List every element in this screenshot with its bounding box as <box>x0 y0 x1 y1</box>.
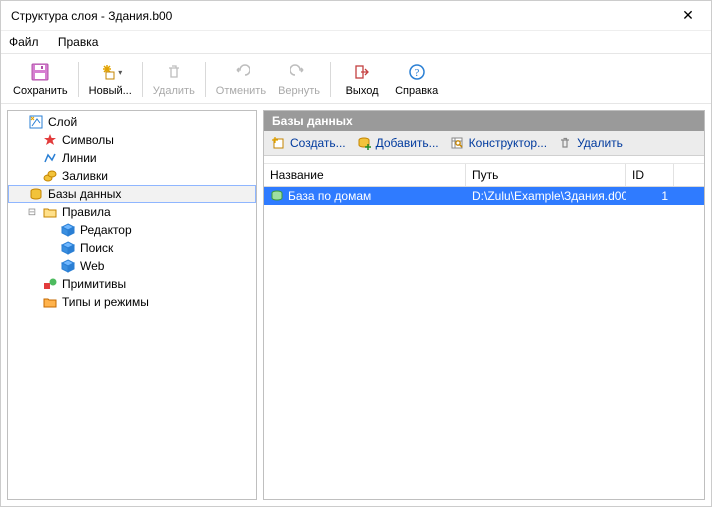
tree-item-primitives[interactable]: Примитивы <box>8 275 256 293</box>
collapse-icon[interactable]: ⊟ <box>26 207 38 218</box>
save-label: Сохранить <box>13 85 68 97</box>
tree-label: Правила <box>62 205 111 219</box>
tree-label: Линии <box>62 151 97 165</box>
redo-button[interactable]: Вернуть <box>272 60 326 99</box>
layer-tree: Слой Символы Линии З <box>8 111 256 313</box>
add-label: Добавить... <box>376 136 439 150</box>
tree-root-layer[interactable]: Слой <box>8 113 256 131</box>
create-button[interactable]: Создать... <box>270 135 346 151</box>
table-body: База по домам D:\Zulu\Example\Здания.d00… <box>264 187 704 205</box>
chevron-down-icon: ▾ <box>118 68 122 77</box>
titlebar: Структура слоя - Здания.b00 ✕ <box>1 1 711 31</box>
col-path[interactable]: Путь <box>466 164 626 186</box>
tree-item-lines[interactable]: Линии <box>8 149 256 167</box>
cell-name: База по домам <box>288 189 371 203</box>
new-icon <box>98 62 116 82</box>
trash-icon <box>165 62 183 82</box>
tree-label: Типы и режимы <box>62 295 149 309</box>
undo-label: Отменить <box>216 85 266 97</box>
cube-icon <box>60 258 76 274</box>
add-icon <box>356 135 372 151</box>
tree-item-databases[interactable]: Базы данных <box>8 185 256 203</box>
help-icon: ? <box>408 62 426 82</box>
layer-icon <box>28 114 44 130</box>
new-button[interactable]: ▾ Новый... <box>83 60 138 99</box>
panel-toolbar: Создать... Добавить... Конструктор... Уд… <box>264 131 704 156</box>
primitives-icon <box>42 276 58 292</box>
cube-icon <box>60 222 76 238</box>
tree-item-editor[interactable]: Редактор <box>8 221 256 239</box>
undo-icon <box>232 62 250 82</box>
tree-item-types[interactable]: Типы и режимы <box>8 293 256 311</box>
col-name[interactable]: Название <box>264 164 466 186</box>
tree-item-symbols[interactable]: Символы <box>8 131 256 149</box>
help-label: Справка <box>395 85 438 97</box>
tree-item-web[interactable]: Web <box>8 257 256 275</box>
exit-icon <box>353 62 371 82</box>
close-button[interactable]: ✕ <box>667 2 709 30</box>
new-label: Новый... <box>89 85 132 97</box>
save-button[interactable]: Сохранить <box>7 60 74 99</box>
window-title: Структура слоя - Здания.b00 <box>11 9 667 23</box>
constructor-label: Конструктор... <box>469 136 547 150</box>
folder-icon <box>42 204 58 220</box>
undo-button[interactable]: Отменить <box>210 60 272 99</box>
close-icon: ✕ <box>682 7 694 24</box>
folder-icon <box>42 294 58 310</box>
constructor-icon <box>449 135 465 151</box>
databases-table: Название Путь ID База по домам D:\Zulu\E… <box>264 162 704 205</box>
add-button[interactable]: Добавить... <box>356 135 439 151</box>
col-id[interactable]: ID <box>626 164 674 186</box>
tree-label: Слой <box>48 115 77 129</box>
svg-text:?: ? <box>414 67 419 79</box>
toolbar-separator <box>78 62 79 97</box>
tree-label: Редактор <box>80 223 132 237</box>
delete-label: Удалить <box>153 85 195 97</box>
tree-label: Символы <box>62 133 114 147</box>
tree-label: Web <box>80 259 104 273</box>
panel-delete-label: Удалить <box>577 136 623 150</box>
help-button[interactable]: ? Справка <box>389 60 444 99</box>
tree-item-rules[interactable]: ⊟ Правила <box>8 203 256 221</box>
delete-button[interactable]: Удалить <box>147 60 201 99</box>
menu-edit[interactable]: Правка <box>58 35 99 49</box>
db-row-icon <box>270 189 284 203</box>
create-icon <box>270 135 286 151</box>
menubar: Файл Правка <box>1 31 711 53</box>
trash-icon <box>557 135 573 151</box>
create-label: Создать... <box>290 136 346 150</box>
menu-file[interactable]: Файл <box>9 35 39 49</box>
toolbar: Сохранить ▾ Новый... Удалить Отменить Ве… <box>1 53 711 104</box>
cell-id: 1 <box>626 187 674 205</box>
detail-panel: Базы данных Создать... Добавить... Конст… <box>263 110 705 500</box>
toolbar-separator <box>142 62 143 97</box>
redo-label: Вернуть <box>278 85 320 97</box>
lines-icon <box>42 150 58 166</box>
tree-label: Примитивы <box>62 277 126 291</box>
toolbar-separator <box>205 62 206 97</box>
tree-label: Поиск <box>80 241 113 255</box>
panel-delete-button[interactable]: Удалить <box>557 135 623 151</box>
tree-label: Базы данных <box>48 187 121 201</box>
table-header: Название Путь ID <box>264 163 704 187</box>
star-icon <box>42 132 58 148</box>
database-icon <box>28 186 44 202</box>
toolbar-separator <box>330 62 331 97</box>
save-icon <box>31 62 49 82</box>
tree-label: Заливки <box>62 169 108 183</box>
redo-icon <box>290 62 308 82</box>
cube-icon <box>60 240 76 256</box>
panel-title: Базы данных <box>264 111 704 131</box>
content-area: Слой Символы Линии З <box>1 104 711 506</box>
exit-button[interactable]: Выход <box>335 60 389 99</box>
cell-path: D:\Zulu\Example\Здания.d00 <box>466 187 626 205</box>
tree-item-fills[interactable]: Заливки <box>8 167 256 185</box>
table-row[interactable]: База по домам D:\Zulu\Example\Здания.d00… <box>264 187 704 205</box>
tree-panel: Слой Символы Линии З <box>7 110 257 500</box>
tree-item-search[interactable]: Поиск <box>8 239 256 257</box>
fills-icon <box>42 168 58 184</box>
exit-label: Выход <box>346 85 379 97</box>
constructor-button[interactable]: Конструктор... <box>449 135 547 151</box>
